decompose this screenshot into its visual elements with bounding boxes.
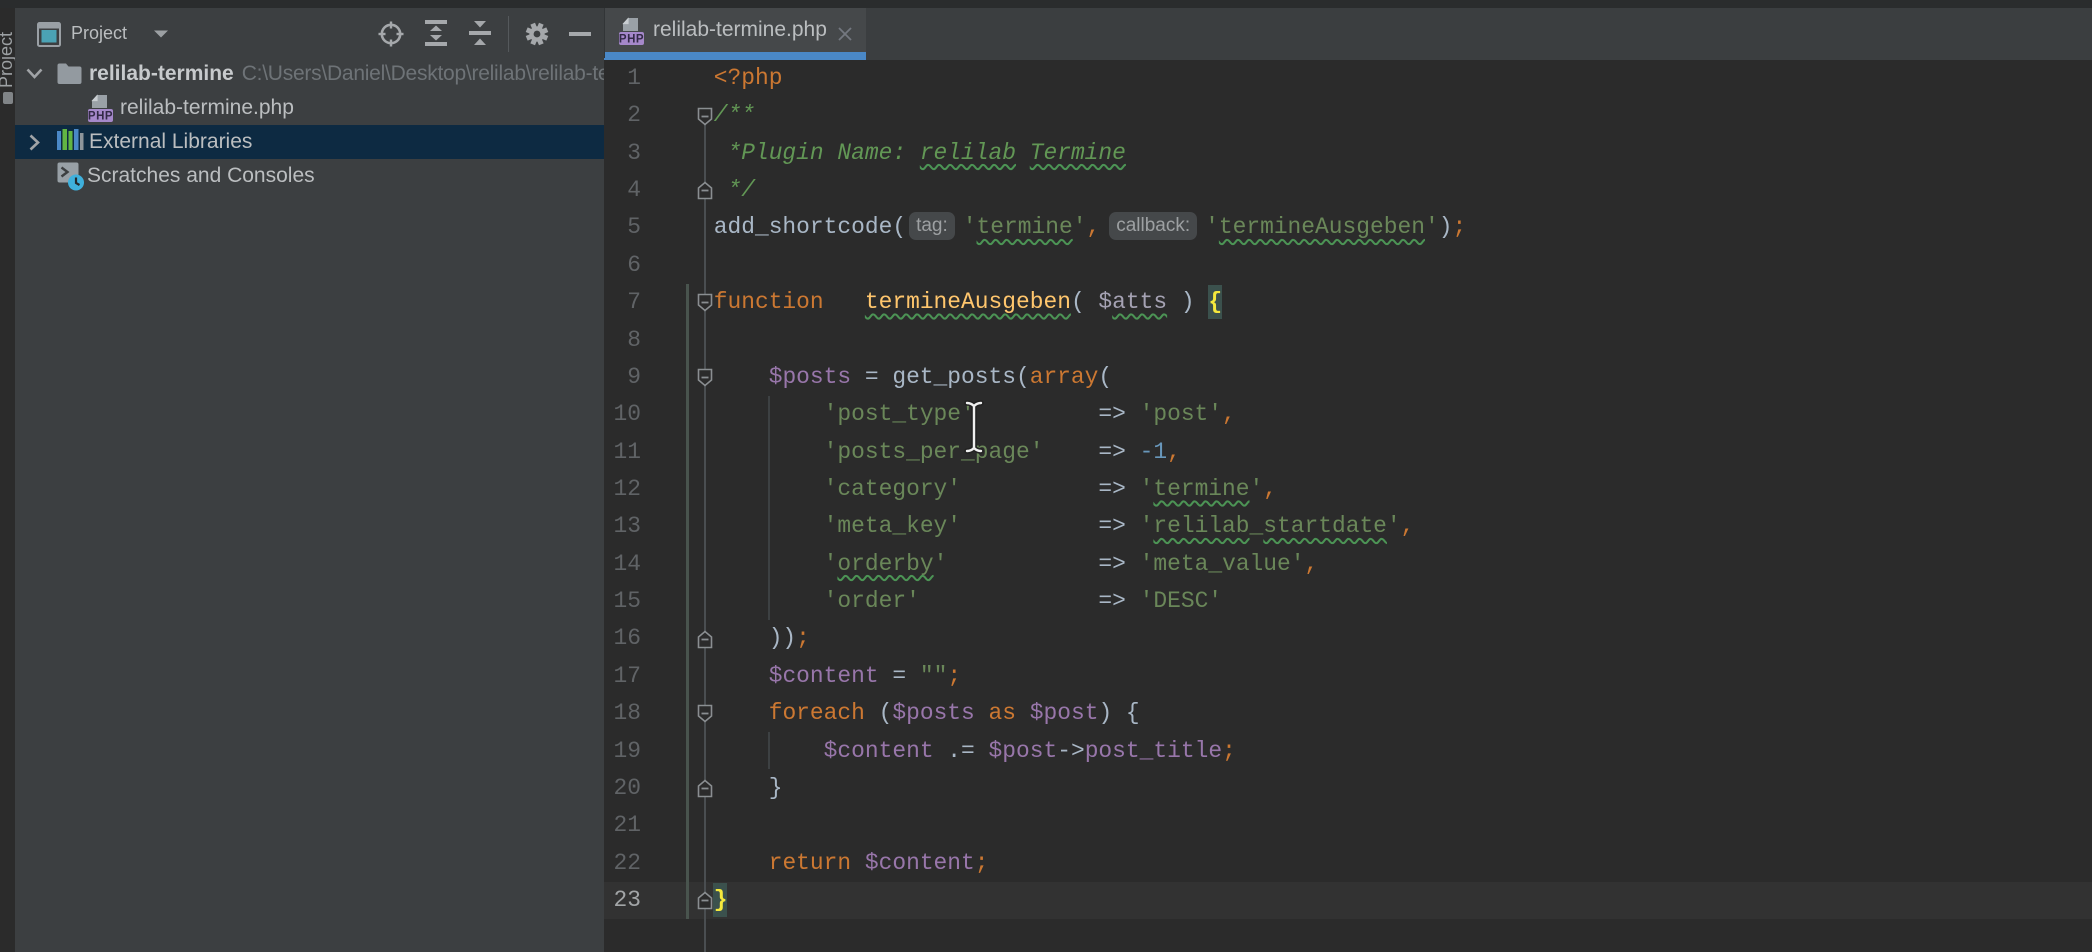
svg-text:PHP: PHP (619, 34, 644, 46)
